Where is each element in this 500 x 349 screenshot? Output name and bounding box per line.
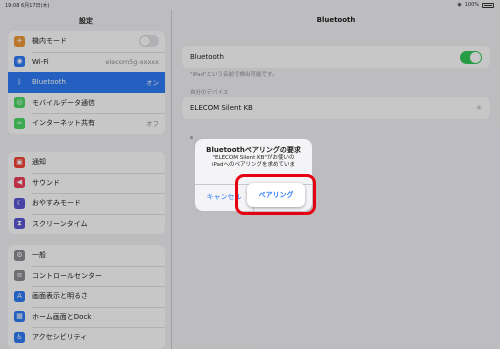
alert-message-line: iPadへのペアリングを求めていま: [212, 162, 295, 168]
alert-title: Bluetoothペアリングの要求: [206, 146, 301, 154]
alert-message: "ELECOM Silent KB"がお使いの iPadへのペアリングを求めてい…: [201, 155, 306, 169]
pair-button[interactable]: ペアリング: [247, 183, 305, 207]
alert-message-line: "ELECOM Silent KB"がお使いの: [212, 155, 295, 161]
ipad-screen: 19:08 6月17日(木) ◉ 100% 設定 ✈ 機内モード ◉ Wi-Fi ele…: [0, 0, 500, 349]
